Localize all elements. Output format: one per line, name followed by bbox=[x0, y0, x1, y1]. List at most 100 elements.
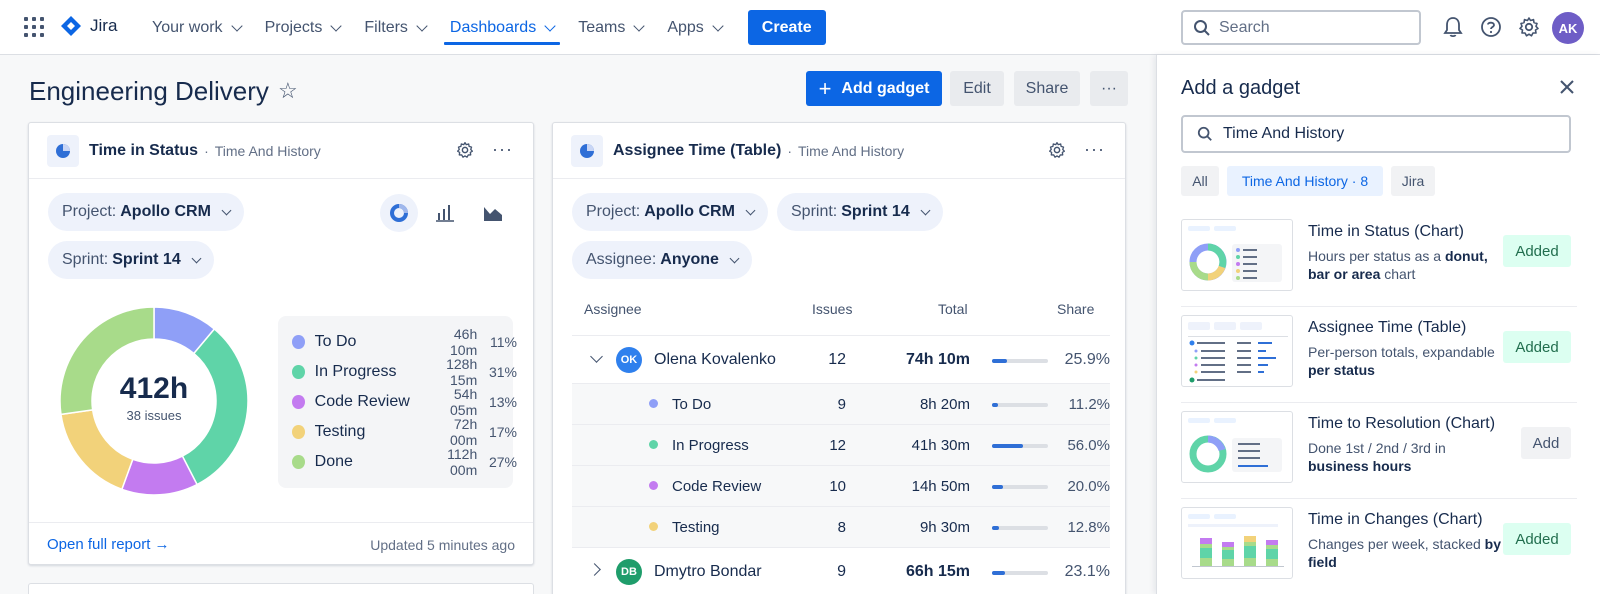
status-name: To Do bbox=[672, 396, 712, 413]
status-subrow: To Do 9 8h 20m 11.2% bbox=[572, 383, 1110, 424]
assignee-row[interactable]: DB Dmytro Bondar 9 66h 15m 23.1% bbox=[572, 547, 1110, 594]
create-button[interactable]: Create bbox=[747, 10, 826, 45]
chevron-right-icon[interactable] bbox=[588, 563, 601, 576]
donut-chart-toggle[interactable] bbox=[380, 194, 418, 232]
gadget-list-item[interactable]: Time in Status (Chart) Hours per status … bbox=[1181, 211, 1577, 307]
gadget-description: Hours per status as a donut, bar or area… bbox=[1308, 247, 1506, 283]
filter-value: Apollo CRM bbox=[644, 203, 735, 220]
filter-chip-all[interactable]: All bbox=[1181, 166, 1219, 196]
plus-icon: + bbox=[818, 75, 832, 101]
total-time: 41h 30m bbox=[911, 437, 970, 454]
chevron-down-icon[interactable] bbox=[590, 350, 603, 363]
issue-count: 8 bbox=[837, 519, 846, 536]
gadget-settings-icon[interactable] bbox=[1048, 141, 1066, 159]
assignee-filter[interactable]: Assignee: Anyone bbox=[572, 241, 752, 279]
column-header-total[interactable]: Total bbox=[938, 301, 968, 317]
legend-item: Done 112h 00m 27% bbox=[292, 446, 517, 478]
close-icon[interactable] bbox=[1557, 77, 1577, 97]
legend-dot bbox=[292, 395, 305, 409]
project-filter[interactable]: Project: Apollo CRM bbox=[572, 193, 768, 231]
legend-name: Code Review bbox=[314, 393, 410, 410]
search-placeholder: Search bbox=[1219, 18, 1270, 36]
nav-label: Your work bbox=[152, 18, 223, 36]
user-avatar[interactable]: AK bbox=[1552, 12, 1584, 44]
nav-filters[interactable]: Filters bbox=[352, 0, 438, 55]
sprint-filter[interactable]: Sprint: Sprint 14 bbox=[48, 241, 214, 279]
desc-bold: business hours bbox=[1308, 458, 1412, 474]
gadget-name: Time in Changes (Chart) bbox=[1308, 511, 1483, 528]
filter-label: Sprint: bbox=[62, 251, 109, 268]
assignee-row[interactable]: OK Olena Kovalenko 12 74h 10m 25.9% bbox=[572, 335, 1110, 383]
bell-icon[interactable] bbox=[1440, 14, 1466, 40]
legend-dot bbox=[292, 425, 305, 439]
edit-button[interactable]: Edit bbox=[950, 71, 1004, 106]
gadget-list-item[interactable]: Time to Resolution (Chart) Done 1st / 2n… bbox=[1181, 403, 1577, 499]
bar-chart-toggle[interactable] bbox=[434, 201, 456, 226]
gadget-settings-icon[interactable] bbox=[456, 141, 474, 159]
more-icon[interactable]: ··· bbox=[1084, 139, 1105, 160]
donut-slice-code-review[interactable] bbox=[120, 455, 199, 496]
column-header-assignee[interactable]: Assignee bbox=[584, 301, 642, 317]
share-bar bbox=[992, 444, 1048, 448]
nav-dashboards[interactable]: Dashboards bbox=[438, 0, 566, 55]
share-bar bbox=[992, 403, 1048, 407]
more-actions-button[interactable]: ··· bbox=[1090, 71, 1128, 106]
add-button[interactable]: Add bbox=[1521, 427, 1571, 459]
filter-value: Sprint 14 bbox=[841, 203, 910, 220]
filter-value: Apollo CRM bbox=[120, 203, 211, 220]
project-filter[interactable]: Project: Apollo CRM bbox=[48, 193, 244, 231]
legend-item: Code Review 54h 05m 13% bbox=[292, 386, 517, 418]
add-gadget-button[interactable]: + Add gadget bbox=[806, 71, 942, 106]
filter-chip-jira[interactable]: Jira bbox=[1391, 166, 1435, 196]
nav-projects[interactable]: Projects bbox=[253, 0, 353, 55]
search-icon bbox=[1197, 126, 1212, 141]
jira-logo[interactable]: Jira bbox=[60, 15, 117, 37]
legend-dot bbox=[292, 365, 305, 379]
settings-icon[interactable] bbox=[1516, 14, 1542, 40]
total-time: 9h 30m bbox=[919, 519, 970, 536]
gadget-search-input[interactable]: Time And History bbox=[1181, 115, 1571, 153]
nav-label: Projects bbox=[264, 18, 323, 36]
desc-text: Hours per status as a bbox=[1308, 248, 1445, 264]
added-button[interactable]: Added bbox=[1503, 331, 1571, 363]
sprint-filter[interactable]: Sprint: Sprint 14 bbox=[777, 193, 943, 231]
filter-label: Project: bbox=[62, 203, 117, 220]
status-dot bbox=[649, 399, 658, 408]
issue-count: 38 issues bbox=[126, 408, 182, 423]
gadget-list-item[interactable]: Time in Changes (Chart) Changes per week… bbox=[1181, 499, 1577, 594]
nav-teams[interactable]: Teams bbox=[566, 0, 655, 55]
gadget-description: Changes per week, stacked by field bbox=[1308, 535, 1506, 571]
filter-chip-time-and-history[interactable]: Time And History · 8 bbox=[1227, 166, 1383, 196]
legend-time: 112h 00m bbox=[447, 446, 478, 478]
global-search-input[interactable]: Search bbox=[1181, 10, 1421, 45]
gadget-list-item[interactable]: Assignee Time (Table) Per-person totals,… bbox=[1181, 307, 1577, 403]
chevron-down-icon bbox=[712, 19, 724, 32]
nav-apps[interactable]: Apps bbox=[655, 0, 733, 55]
status-dot bbox=[649, 522, 658, 531]
gadget-description: Done 1st / 2nd / 3rd in business hours bbox=[1308, 439, 1506, 475]
chevron-down-icon bbox=[230, 19, 243, 32]
star-icon[interactable]: ☆ bbox=[278, 78, 298, 104]
open-full-report-link[interactable]: Open full report → bbox=[47, 536, 170, 553]
legend-name: To Do bbox=[314, 333, 357, 350]
legend-name: In Progress bbox=[314, 363, 397, 380]
total-time: 74h 10m bbox=[905, 351, 970, 368]
app-switcher-icon[interactable] bbox=[24, 17, 44, 37]
filter-value: Sprint 14 bbox=[112, 251, 181, 268]
column-header-issues[interactable]: Issues bbox=[812, 301, 852, 317]
legend-pct: 17% bbox=[488, 424, 517, 440]
nav-your-work[interactable]: Your work bbox=[140, 0, 253, 55]
column-header-share[interactable]: Share bbox=[1057, 301, 1094, 317]
help-icon[interactable] bbox=[1478, 14, 1504, 40]
gadget-footer: Open full report → Updated 5 minutes ago bbox=[29, 522, 533, 564]
status-name: In Progress bbox=[672, 437, 749, 454]
area-chart-toggle[interactable] bbox=[482, 201, 504, 226]
legend-pct: 31% bbox=[488, 364, 517, 380]
added-button[interactable]: Added bbox=[1503, 235, 1571, 267]
legend-dot bbox=[292, 455, 305, 469]
added-button[interactable]: Added bbox=[1503, 523, 1571, 555]
share-button[interactable]: Share bbox=[1014, 71, 1080, 106]
share-bar bbox=[992, 526, 1048, 530]
product-name: Jira bbox=[90, 16, 118, 35]
more-icon[interactable]: ··· bbox=[492, 139, 513, 160]
